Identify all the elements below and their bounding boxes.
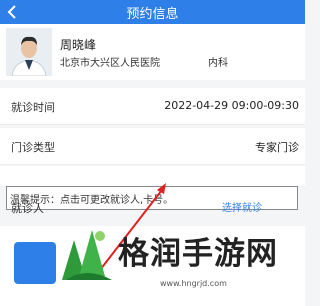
watermark-logo-icon — [62, 230, 112, 280]
watermark-brand: 格润手游网 — [118, 236, 278, 272]
watermark-url: www.hngrjd.com — [160, 279, 227, 288]
